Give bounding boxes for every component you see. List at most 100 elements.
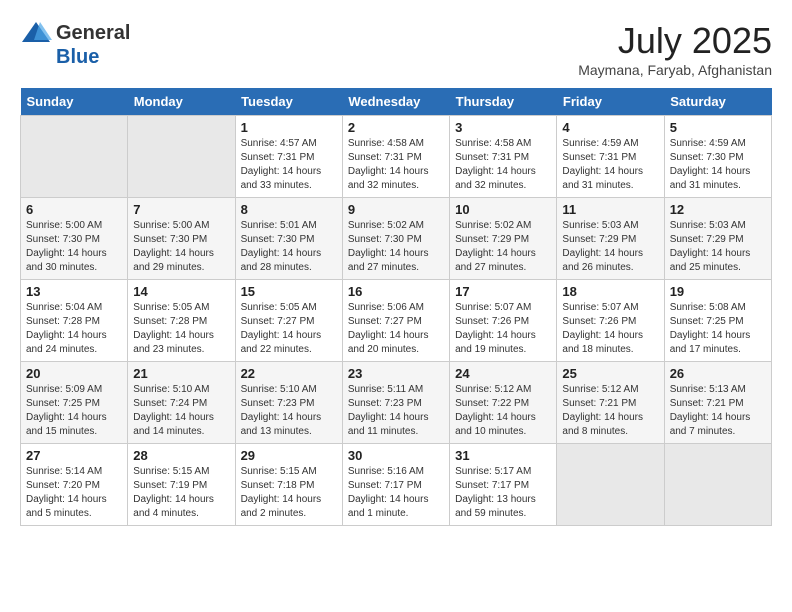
- calendar-cell: 10 Sunrise: 5:02 AMSunset: 7:29 PMDaylig…: [450, 198, 557, 280]
- calendar-cell: 23 Sunrise: 5:11 AMSunset: 7:23 PMDaylig…: [342, 362, 449, 444]
- cell-info: Sunrise: 5:16 AMSunset: 7:17 PMDaylight:…: [348, 465, 444, 521]
- calendar-cell: 21 Sunrise: 5:10 AMSunset: 7:24 PMDaylig…: [128, 362, 235, 444]
- weekday-header-tuesday: Tuesday: [235, 88, 342, 116]
- cell-info: Sunrise: 5:03 AMSunset: 7:29 PMDaylight:…: [562, 219, 658, 275]
- calendar-cell: 9 Sunrise: 5:02 AMSunset: 7:30 PMDayligh…: [342, 198, 449, 280]
- weekday-header-monday: Monday: [128, 88, 235, 116]
- day-number: 17: [455, 284, 551, 299]
- page-header: General Blue July 2025 Maymana, Faryab, …: [20, 20, 772, 78]
- cell-info: Sunrise: 4:57 AMSunset: 7:31 PMDaylight:…: [241, 137, 337, 193]
- cell-info: Sunrise: 4:59 AMSunset: 7:30 PMDaylight:…: [670, 137, 766, 193]
- calendar-cell: 12 Sunrise: 5:03 AMSunset: 7:29 PMDaylig…: [664, 198, 771, 280]
- cell-info: Sunrise: 5:01 AMSunset: 7:30 PMDaylight:…: [241, 219, 337, 275]
- calendar-cell: 1 Sunrise: 4:57 AMSunset: 7:31 PMDayligh…: [235, 116, 342, 198]
- day-number: 5: [670, 120, 766, 135]
- calendar-cell: 4 Sunrise: 4:59 AMSunset: 7:31 PMDayligh…: [557, 116, 664, 198]
- calendar-cell: 20 Sunrise: 5:09 AMSunset: 7:25 PMDaylig…: [21, 362, 128, 444]
- day-number: 18: [562, 284, 658, 299]
- day-number: 24: [455, 366, 551, 381]
- calendar-cell: 13 Sunrise: 5:04 AMSunset: 7:28 PMDaylig…: [21, 280, 128, 362]
- day-number: 9: [348, 202, 444, 217]
- cell-info: Sunrise: 5:17 AMSunset: 7:17 PMDaylight:…: [455, 465, 551, 521]
- calendar-cell: 15 Sunrise: 5:05 AMSunset: 7:27 PMDaylig…: [235, 280, 342, 362]
- day-number: 3: [455, 120, 551, 135]
- calendar-week-2: 6 Sunrise: 5:00 AMSunset: 7:30 PMDayligh…: [21, 198, 772, 280]
- day-number: 15: [241, 284, 337, 299]
- calendar-week-3: 13 Sunrise: 5:04 AMSunset: 7:28 PMDaylig…: [21, 280, 772, 362]
- logo-general: General: [56, 22, 130, 45]
- cell-info: Sunrise: 4:59 AMSunset: 7:31 PMDaylight:…: [562, 137, 658, 193]
- day-number: 20: [26, 366, 122, 381]
- calendar-table: SundayMondayTuesdayWednesdayThursdayFrid…: [20, 88, 772, 526]
- title-block: July 2025 Maymana, Faryab, Afghanistan: [578, 20, 772, 78]
- calendar-cell: 24 Sunrise: 5:12 AMSunset: 7:22 PMDaylig…: [450, 362, 557, 444]
- calendar-cell: 3 Sunrise: 4:58 AMSunset: 7:31 PMDayligh…: [450, 116, 557, 198]
- day-number: 2: [348, 120, 444, 135]
- cell-info: Sunrise: 5:13 AMSunset: 7:21 PMDaylight:…: [670, 383, 766, 439]
- cell-info: Sunrise: 5:07 AMSunset: 7:26 PMDaylight:…: [455, 301, 551, 357]
- calendar-cell: 26 Sunrise: 5:13 AMSunset: 7:21 PMDaylig…: [664, 362, 771, 444]
- cell-info: Sunrise: 5:12 AMSunset: 7:21 PMDaylight:…: [562, 383, 658, 439]
- cell-info: Sunrise: 5:07 AMSunset: 7:26 PMDaylight:…: [562, 301, 658, 357]
- cell-info: Sunrise: 5:05 AMSunset: 7:27 PMDaylight:…: [241, 301, 337, 357]
- day-number: 13: [26, 284, 122, 299]
- weekday-header-thursday: Thursday: [450, 88, 557, 116]
- day-number: 28: [133, 448, 229, 463]
- day-number: 23: [348, 366, 444, 381]
- calendar-cell: 27 Sunrise: 5:14 AMSunset: 7:20 PMDaylig…: [21, 444, 128, 526]
- day-number: 11: [562, 202, 658, 217]
- calendar-cell: [21, 116, 128, 198]
- cell-info: Sunrise: 5:10 AMSunset: 7:23 PMDaylight:…: [241, 383, 337, 439]
- day-number: 19: [670, 284, 766, 299]
- cell-info: Sunrise: 5:12 AMSunset: 7:22 PMDaylight:…: [455, 383, 551, 439]
- calendar-cell: 30 Sunrise: 5:16 AMSunset: 7:17 PMDaylig…: [342, 444, 449, 526]
- calendar-week-1: 1 Sunrise: 4:57 AMSunset: 7:31 PMDayligh…: [21, 116, 772, 198]
- cell-info: Sunrise: 5:03 AMSunset: 7:29 PMDaylight:…: [670, 219, 766, 275]
- calendar-cell: 18 Sunrise: 5:07 AMSunset: 7:26 PMDaylig…: [557, 280, 664, 362]
- calendar-cell: [557, 444, 664, 526]
- day-number: 8: [241, 202, 337, 217]
- cell-info: Sunrise: 5:15 AMSunset: 7:18 PMDaylight:…: [241, 465, 337, 521]
- calendar-cell: [664, 444, 771, 526]
- cell-info: Sunrise: 5:02 AMSunset: 7:29 PMDaylight:…: [455, 219, 551, 275]
- calendar-cell: 25 Sunrise: 5:12 AMSunset: 7:21 PMDaylig…: [557, 362, 664, 444]
- calendar-cell: 11 Sunrise: 5:03 AMSunset: 7:29 PMDaylig…: [557, 198, 664, 280]
- cell-info: Sunrise: 5:15 AMSunset: 7:19 PMDaylight:…: [133, 465, 229, 521]
- day-number: 29: [241, 448, 337, 463]
- month-year: July 2025: [578, 20, 772, 62]
- calendar-cell: 19 Sunrise: 5:08 AMSunset: 7:25 PMDaylig…: [664, 280, 771, 362]
- weekday-header-friday: Friday: [557, 88, 664, 116]
- calendar-cell: 22 Sunrise: 5:10 AMSunset: 7:23 PMDaylig…: [235, 362, 342, 444]
- day-number: 6: [26, 202, 122, 217]
- logo-blue: Blue: [56, 46, 99, 69]
- calendar-cell: 7 Sunrise: 5:00 AMSunset: 7:30 PMDayligh…: [128, 198, 235, 280]
- calendar-cell: 8 Sunrise: 5:01 AMSunset: 7:30 PMDayligh…: [235, 198, 342, 280]
- day-number: 25: [562, 366, 658, 381]
- cell-info: Sunrise: 5:00 AMSunset: 7:30 PMDaylight:…: [133, 219, 229, 275]
- weekday-header-sunday: Sunday: [21, 88, 128, 116]
- day-number: 16: [348, 284, 444, 299]
- day-number: 31: [455, 448, 551, 463]
- day-number: 12: [670, 202, 766, 217]
- calendar-cell: 29 Sunrise: 5:15 AMSunset: 7:18 PMDaylig…: [235, 444, 342, 526]
- cell-info: Sunrise: 4:58 AMSunset: 7:31 PMDaylight:…: [348, 137, 444, 193]
- day-number: 4: [562, 120, 658, 135]
- logo-icon: [20, 20, 52, 46]
- day-number: 26: [670, 366, 766, 381]
- calendar-week-4: 20 Sunrise: 5:09 AMSunset: 7:25 PMDaylig…: [21, 362, 772, 444]
- day-number: 7: [133, 202, 229, 217]
- day-number: 22: [241, 366, 337, 381]
- cell-info: Sunrise: 5:02 AMSunset: 7:30 PMDaylight:…: [348, 219, 444, 275]
- cell-info: Sunrise: 4:58 AMSunset: 7:31 PMDaylight:…: [455, 137, 551, 193]
- day-number: 30: [348, 448, 444, 463]
- day-number: 21: [133, 366, 229, 381]
- location: Maymana, Faryab, Afghanistan: [578, 62, 772, 78]
- cell-info: Sunrise: 5:10 AMSunset: 7:24 PMDaylight:…: [133, 383, 229, 439]
- calendar-cell: 2 Sunrise: 4:58 AMSunset: 7:31 PMDayligh…: [342, 116, 449, 198]
- calendar-cell: 16 Sunrise: 5:06 AMSunset: 7:27 PMDaylig…: [342, 280, 449, 362]
- cell-info: Sunrise: 5:11 AMSunset: 7:23 PMDaylight:…: [348, 383, 444, 439]
- calendar-cell: 17 Sunrise: 5:07 AMSunset: 7:26 PMDaylig…: [450, 280, 557, 362]
- calendar-cell: [128, 116, 235, 198]
- cell-info: Sunrise: 5:00 AMSunset: 7:30 PMDaylight:…: [26, 219, 122, 275]
- cell-info: Sunrise: 5:14 AMSunset: 7:20 PMDaylight:…: [26, 465, 122, 521]
